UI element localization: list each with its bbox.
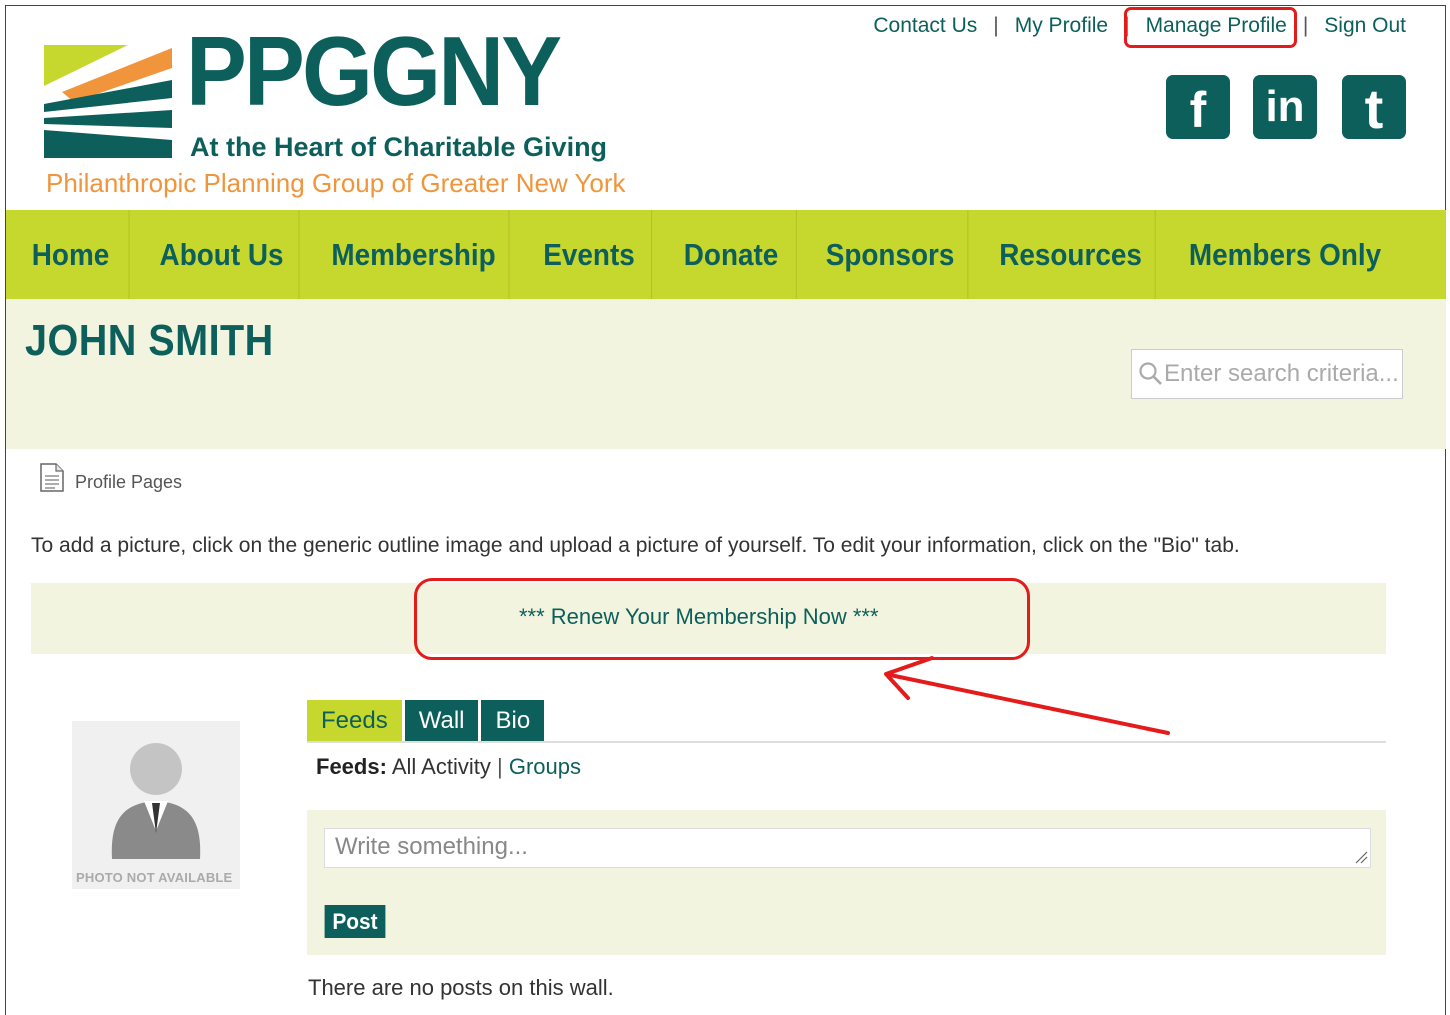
- separator: |: [993, 14, 999, 37]
- feeds-all-activity[interactable]: All Activity: [392, 754, 491, 779]
- main-nav: Home About Us Membership Events Donate S…: [6, 210, 1446, 299]
- sign-out-link[interactable]: Sign Out: [1324, 14, 1406, 37]
- nav-donate[interactable]: Donate: [666, 210, 797, 299]
- twitter-icon[interactable]: t: [1342, 75, 1406, 140]
- avatar[interactable]: [72, 721, 240, 889]
- feeds-groups-link[interactable]: Groups: [509, 754, 581, 779]
- feeds-filter: Feeds: All Activity | Groups: [316, 754, 581, 780]
- page-title: JOHN SMITH: [25, 316, 274, 365]
- logo-wordmark: PPGGNY: [186, 16, 562, 126]
- resize-grip-icon[interactable]: [1354, 850, 1368, 864]
- contact-us-link[interactable]: Contact Us: [873, 14, 977, 37]
- search-icon: [1139, 362, 1162, 385]
- logo-subtitle: Philanthropic Planning Group of Greater …: [46, 168, 626, 198]
- nav-resources[interactable]: Resources: [986, 210, 1156, 299]
- manage-profile-highlight: [1124, 7, 1297, 48]
- nav-membership[interactable]: Membership: [319, 210, 510, 299]
- tab-wall[interactable]: Wall: [404, 700, 479, 741]
- nav-members-only[interactable]: Members Only: [1177, 210, 1393, 299]
- post-button[interactable]: Post: [324, 905, 386, 938]
- empty-wall-message: There are no posts on this wall.: [308, 975, 614, 1000]
- logo-mark-icon: [44, 45, 172, 158]
- logo-tagline: At the Heart of Charitable Giving: [190, 132, 608, 162]
- nav-about-us[interactable]: About Us: [145, 210, 300, 299]
- annotation-arrow-icon: [884, 656, 1170, 735]
- separator: |: [1302, 14, 1309, 37]
- my-profile-link[interactable]: My Profile: [1015, 14, 1108, 37]
- nav-events[interactable]: Events: [527, 210, 653, 299]
- person-outline-icon: [111, 743, 201, 859]
- profile-tabs: Feeds Wall Bio: [307, 700, 547, 742]
- facebook-icon[interactable]: f: [1166, 75, 1230, 139]
- post-textarea[interactable]: Write something...: [324, 828, 1371, 868]
- renew-highlight: [414, 578, 1030, 660]
- search-box[interactable]: Enter search criteria...: [1131, 349, 1403, 399]
- intro-text: To add a picture, click on the generic o…: [31, 534, 1240, 557]
- site-logo[interactable]: PPGGNY At the Heart of Charitable Giving…: [44, 22, 659, 203]
- avatar-caption: PHOTO NOT AVAILABLE: [76, 870, 233, 885]
- separator: |: [496, 754, 503, 779]
- linkedin-icon[interactable]: in: [1253, 75, 1317, 139]
- nav-sponsors[interactable]: Sponsors: [813, 210, 969, 299]
- tab-divider: [307, 741, 1386, 743]
- search-input[interactable]: Enter search criteria...: [1164, 360, 1399, 388]
- tab-bio[interactable]: Bio: [481, 700, 545, 741]
- nav-home[interactable]: Home: [13, 210, 130, 299]
- profile-pages-link[interactable]: Profile Pages: [75, 472, 182, 493]
- tab-feeds[interactable]: Feeds: [307, 700, 402, 741]
- feeds-label: Feeds:: [316, 754, 387, 779]
- document-icon: [40, 463, 64, 492]
